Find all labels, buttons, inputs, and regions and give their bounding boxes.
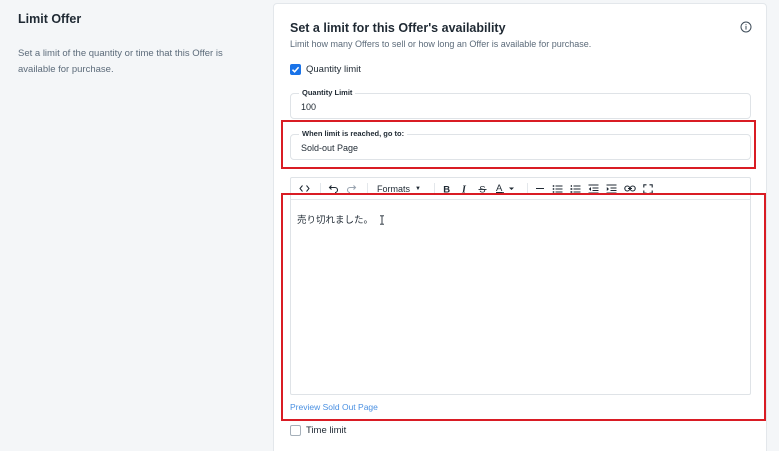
quantity-limit-checkbox-row[interactable]: Quantity limit <box>290 64 361 75</box>
undo-icon[interactable] <box>326 180 340 198</box>
formats-label: Formats <box>377 183 411 194</box>
time-limit-label: Time limit <box>306 425 347 436</box>
redo-icon[interactable] <box>344 180 358 198</box>
editor-content[interactable]: 売り切れました。 <box>297 212 385 226</box>
preview-sold-out-link[interactable]: Preview Sold Out Page <box>290 402 378 412</box>
quantity-limit-value[interactable]: 100 <box>301 102 316 112</box>
toolbar-separator <box>320 182 321 195</box>
redirect-select[interactable]: When limit is reached, go to: Sold-out P… <box>290 129 751 160</box>
editor-toolbar: Formats ▼ B I S A <box>291 178 750 200</box>
svg-text:B: B <box>444 184 451 194</box>
horizontal-rule-icon[interactable] <box>533 180 547 198</box>
toolbar-separator <box>367 182 368 195</box>
quantity-limit-legend: Quantity Limit <box>299 88 356 97</box>
svg-text:I: I <box>461 184 467 194</box>
italic-icon[interactable]: I <box>458 180 472 198</box>
rich-text-editor[interactable]: Formats ▼ B I S A 売り切れました。 <box>290 177 751 395</box>
fullscreen-icon[interactable] <box>641 180 655 198</box>
outdent-icon[interactable] <box>587 180 601 198</box>
quantity-limit-field[interactable]: Quantity Limit 100 <box>290 88 751 119</box>
text-color-icon[interactable]: A <box>494 180 518 198</box>
numbered-list-icon[interactable] <box>569 180 583 198</box>
toolbar-separator <box>433 182 435 195</box>
info-circle-icon[interactable] <box>740 21 752 33</box>
text-cursor-icon <box>380 215 385 225</box>
time-limit-checkbox[interactable] <box>290 425 301 436</box>
section-title: Limit Offer <box>18 12 82 26</box>
redirect-value[interactable]: Sold-out Page <box>301 143 358 153</box>
strikethrough-icon[interactable]: S <box>476 180 490 198</box>
bullet-list-icon[interactable] <box>551 180 565 198</box>
bold-icon[interactable]: B <box>440 180 454 198</box>
quantity-limit-label: Quantity limit <box>306 64 361 75</box>
section-description: Set a limit of the quantity or time that… <box>18 48 223 75</box>
card-title: Set a limit for this Offer's availabilit… <box>290 21 506 35</box>
card-subtitle: Limit how many Offers to sell or how lon… <box>290 39 592 49</box>
formats-dropdown[interactable]: Formats ▼ <box>373 180 425 198</box>
check-icon <box>291 66 300 73</box>
time-limit-checkbox-row[interactable]: Time limit <box>290 425 346 436</box>
limit-card: Set a limit for this Offer's availabilit… <box>273 3 767 451</box>
editor-text: 売り切れました。 <box>297 215 374 226</box>
toolbar-separator <box>526 182 528 195</box>
indent-icon[interactable] <box>605 180 619 198</box>
left-panel: Limit Offer Set a limit of the quantity … <box>18 12 258 78</box>
code-icon[interactable] <box>297 180 311 198</box>
link-icon[interactable] <box>623 180 637 198</box>
redirect-legend: When limit is reached, go to: <box>299 129 408 138</box>
quantity-limit-checkbox[interactable] <box>290 64 301 75</box>
chevron-down-icon: ▼ <box>415 185 421 192</box>
